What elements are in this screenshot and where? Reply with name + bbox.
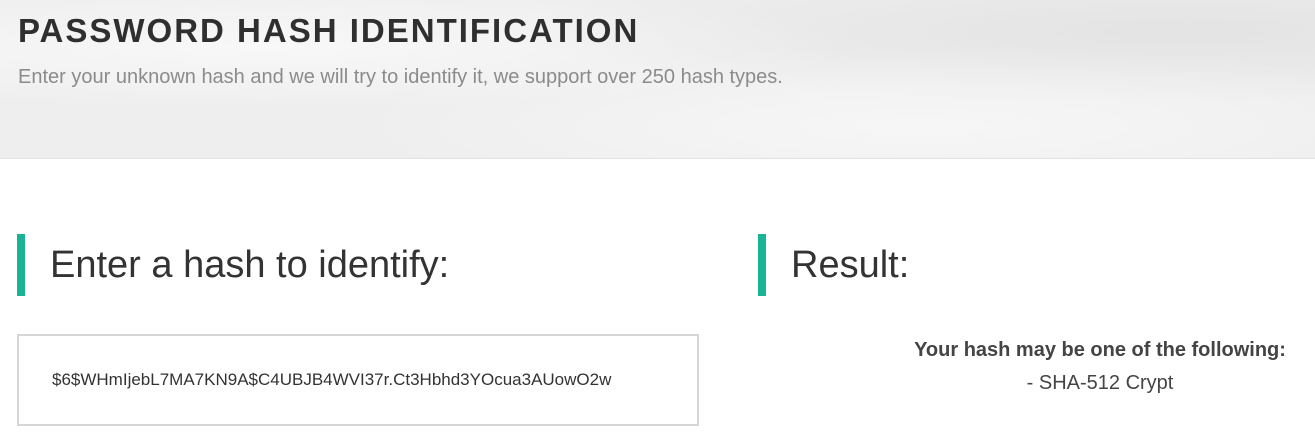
result-section-heading: Result: bbox=[758, 234, 909, 296]
input-section-heading: Enter a hash to identify: bbox=[17, 234, 449, 296]
hash-input[interactable] bbox=[17, 334, 699, 426]
result-intro: Your hash may be one of the following: bbox=[914, 339, 1286, 361]
input-heading-text: Enter a hash to identify: bbox=[50, 243, 450, 286]
page-title: PASSWORD HASH IDENTIFICATION bbox=[18, 12, 640, 49]
result-item: - SHA-512 Crypt bbox=[1026, 372, 1174, 394]
page-subtitle: Enter your unknown hash and we will try … bbox=[18, 66, 783, 88]
page-header: PASSWORD HASH IDENTIFICATION Enter your … bbox=[0, 0, 1315, 159]
result-heading-text: Result: bbox=[791, 243, 910, 286]
